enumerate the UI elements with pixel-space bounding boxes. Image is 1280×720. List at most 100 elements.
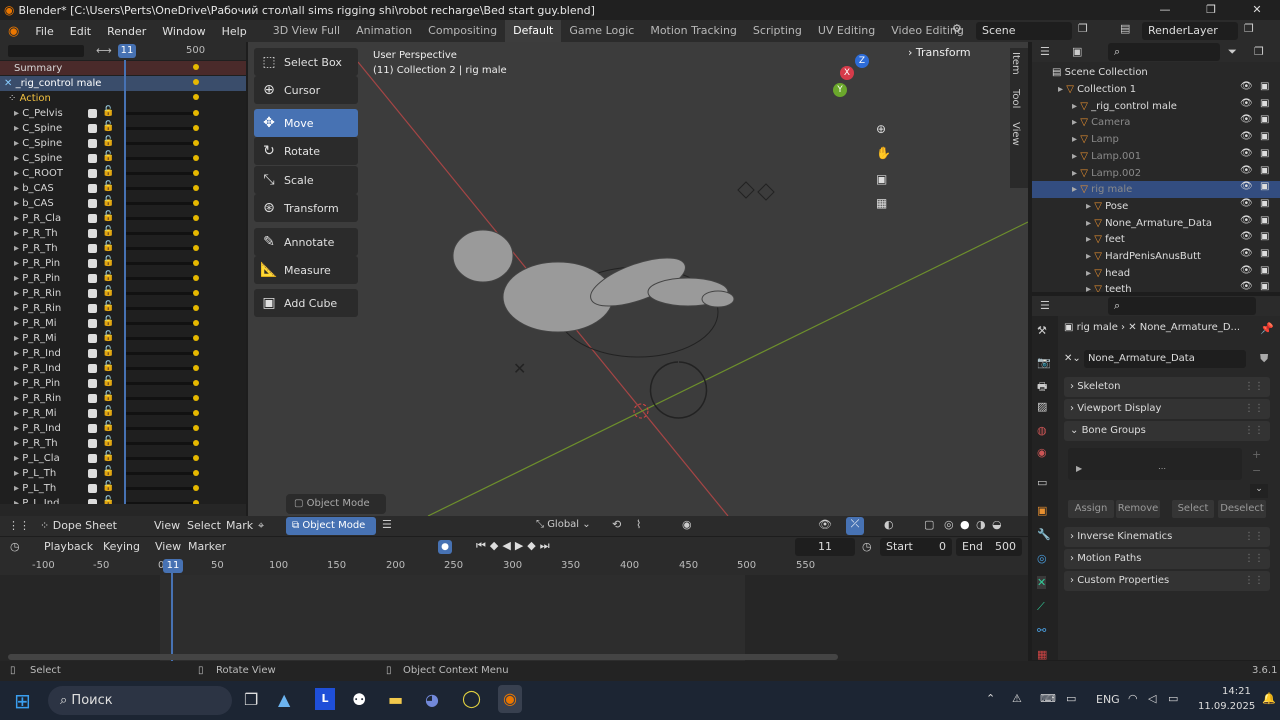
remove-bone-group-icon[interactable]: − — [1252, 464, 1261, 477]
visibility-eye-icon[interactable]: 👁 — [1240, 114, 1253, 125]
channel-checkbox[interactable] — [88, 364, 97, 373]
expand-arrow-icon[interactable]: ▸ — [1086, 251, 1094, 262]
add-bone-group-icon[interactable]: + — [1252, 448, 1261, 461]
channel-checkbox[interactable] — [88, 214, 97, 223]
channel-checkbox[interactable] — [88, 259, 97, 268]
bone-channel[interactable]: ▸ P_R_Th — [14, 241, 138, 256]
timeline-menu-marker[interactable]: Marker — [188, 540, 226, 553]
keyframe[interactable] — [193, 215, 199, 221]
keyframe[interactable] — [193, 350, 199, 356]
filter-icon[interactable]: ⏷ — [1228, 45, 1237, 59]
panel-drag-handle-icon[interactable]: ⋮⋮ — [1244, 571, 1264, 591]
current-frame-field[interactable]: 11 — [795, 538, 855, 556]
keyframe[interactable] — [193, 455, 199, 461]
render-camera-icon[interactable]: ▣ — [1260, 165, 1269, 176]
channel-checkbox[interactable] — [88, 124, 97, 133]
expand-arrow-icon[interactable]: ▸ — [14, 153, 22, 164]
constraint-tab-icon[interactable]: ⚯ — [1037, 624, 1046, 637]
expand-arrow-icon[interactable]: ▸ — [14, 333, 22, 344]
bone-group-assign-button[interactable]: Assign — [1068, 500, 1114, 518]
panel-inverse-kinematics[interactable]: › Inverse Kinematics ⋮⋮ — [1064, 527, 1270, 547]
expand-arrow-icon[interactable]: ▸ — [14, 318, 22, 329]
keyframe[interactable] — [193, 125, 199, 131]
expand-arrow-icon[interactable]: ▸ — [14, 138, 22, 149]
tray-chevron-icon[interactable]: ⌃ — [986, 692, 995, 705]
channel-checkbox[interactable] — [88, 394, 97, 403]
timeline-editor-icon[interactable]: ◷ — [10, 540, 20, 553]
workspace-tab-default[interactable]: Default — [505, 20, 562, 42]
task-view-icon[interactable]: ❐ — [244, 690, 258, 709]
3d-viewport[interactable]: ✕ User Perspective (11) Collection 2 | r… — [248, 42, 1028, 516]
scene-tab-icon[interactable]: ◍ — [1037, 424, 1047, 437]
channel-lock-icon[interactable]: 🔓 — [102, 181, 114, 192]
pivot-icon[interactable]: ⟲ — [612, 518, 621, 531]
renderlayer-selector[interactable]: RenderLayer — [1142, 22, 1238, 40]
dope-scrollbar[interactable] — [0, 504, 246, 516]
workspace-tab-compositing[interactable]: Compositing — [420, 20, 505, 42]
opera-icon[interactable]: ◯ — [462, 689, 481, 709]
tool-cursor[interactable]: ⊕ Cursor — [254, 76, 358, 104]
timeline-scrollbar[interactable] — [8, 654, 838, 660]
expand-arrow-icon[interactable]: ▸ — [14, 198, 22, 209]
expand-arrow-icon[interactable]: ▸ — [14, 183, 22, 194]
dope-menu-marker[interactable]: Mark — [226, 519, 253, 532]
expand-arrow-icon[interactable]: ▸ — [14, 228, 22, 239]
menu-edit[interactable]: Edit — [62, 25, 99, 38]
panel-viewport-display[interactable]: › Viewport Display ⋮⋮ — [1064, 399, 1270, 419]
channel-lock-icon[interactable]: 🔓 — [102, 406, 114, 417]
render-camera-icon[interactable]: ▣ — [1260, 181, 1269, 192]
photos-app-icon[interactable]: ▲ — [278, 690, 290, 709]
channel-lock-icon[interactable]: 🔓 — [102, 106, 114, 117]
render-camera-icon[interactable]: ▣ — [1260, 81, 1269, 92]
properties-search[interactable]: ⌕ — [1108, 297, 1256, 315]
timeline-menu-keying[interactable]: Keying — [103, 540, 140, 553]
expand-arrow-icon[interactable]: ▸ — [14, 273, 22, 284]
panel-skeleton[interactable]: › Skeleton ⋮⋮ — [1064, 377, 1270, 397]
render-camera-icon[interactable]: ▣ — [1260, 248, 1269, 259]
channel-checkbox[interactable] — [88, 454, 97, 463]
channel-lock-icon[interactable]: 🔓 — [102, 226, 114, 237]
channel-lock-icon[interactable]: 🔓 — [102, 361, 114, 372]
channel-lock-icon[interactable]: 🔓 — [102, 121, 114, 132]
render-camera-icon[interactable]: ▣ — [1260, 131, 1269, 142]
dope-mode-selector[interactable]: ⁘ Dope Sheet — [40, 519, 117, 532]
panel-drag-handle-icon[interactable]: ⋮⋮ — [1244, 377, 1264, 397]
visibility-eye-icon[interactable]: 👁 — [1240, 215, 1253, 226]
list-resize-handle-icon[interactable]: ⋯ — [1158, 464, 1166, 473]
visibility-eye-icon[interactable]: 👁 — [1240, 148, 1253, 159]
bone-channel[interactable]: ▸ P_R_Th — [14, 436, 138, 451]
channel-lock-icon[interactable]: 🔓 — [102, 196, 114, 207]
maximize-button[interactable]: ❐ — [1188, 0, 1234, 20]
bone-group-deselect-button[interactable]: Deselect — [1218, 500, 1266, 518]
expand-arrow-icon[interactable]: ▸ — [14, 453, 22, 464]
blender-menu-icon[interactable]: ◉ — [0, 24, 27, 39]
notification-icon[interactable]: 🔔 — [1262, 692, 1276, 705]
workspace-tab-motion-tracking[interactable]: Motion Tracking — [642, 20, 745, 42]
expand-arrow-icon[interactable]: ▸ — [14, 168, 22, 179]
output-tab-icon[interactable]: 🖶 — [1037, 378, 1047, 397]
render-camera-icon[interactable]: ▣ — [1260, 215, 1269, 226]
gizmo-z[interactable]: Z — [855, 54, 869, 68]
display-icon[interactable]: ▭ — [1066, 692, 1076, 705]
armature-datablock[interactable]: ✕⌄ None_Armature_Data — [1064, 350, 1254, 368]
render-camera-icon[interactable]: ▣ — [1260, 114, 1269, 125]
bone-channel[interactable]: ▸ C_Spine — [14, 151, 138, 166]
keyframe[interactable] — [193, 335, 199, 341]
visibility-eye-icon[interactable]: 👁 — [1240, 248, 1253, 259]
bone-channel[interactable]: ▸ C_Spine — [14, 136, 138, 151]
panel-drag-handle-icon[interactable]: ⋮⋮ — [1244, 549, 1264, 569]
view-layer-tab-icon[interactable]: ▨ — [1037, 400, 1047, 413]
keyframe[interactable] — [193, 320, 199, 326]
new-renderlayer-icon[interactable]: ❐ — [1244, 22, 1254, 35]
channel-lock-icon[interactable]: 🔓 — [102, 136, 114, 147]
visibility-eye-icon[interactable]: 👁 — [1240, 165, 1253, 176]
menu-window[interactable]: Window — [154, 25, 213, 38]
expand-arrow-icon[interactable]: ▸ — [14, 303, 22, 314]
datablock-name[interactable]: None_Armature_Data — [1083, 350, 1246, 368]
transform-panel-header[interactable]: › Transform — [908, 44, 1004, 62]
channel-checkbox[interactable] — [88, 334, 97, 343]
bone-channel[interactable]: ▸ P_R_Mi — [14, 316, 138, 331]
keyframe[interactable] — [193, 425, 199, 431]
wifi-icon[interactable]: ◠ — [1128, 692, 1138, 705]
channel-checkbox[interactable] — [88, 319, 97, 328]
